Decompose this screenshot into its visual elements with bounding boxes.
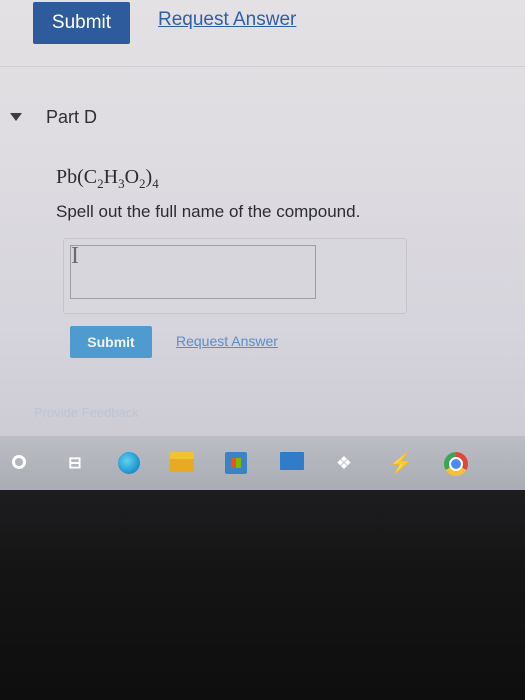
submit-button[interactable]: Submit — [70, 326, 152, 358]
question-instruction: Spell out the full name of the compound. — [56, 202, 361, 221]
dropbox-icon[interactable]: ❖ — [333, 452, 355, 474]
task-view-icon[interactable]: ⊟ — [64, 452, 86, 474]
cortana-icon[interactable] — [12, 455, 26, 469]
text-cursor-icon: I — [71, 243, 79, 269]
part-title[interactable]: Part D — [46, 107, 97, 128]
top-request-answer-link[interactable]: Request Answer — [158, 9, 296, 31]
top-submit-button[interactable]: Submit — [33, 2, 130, 44]
chrome-browser-icon[interactable] — [444, 452, 468, 476]
answer-input[interactable] — [70, 245, 316, 299]
lightning-app-icon[interactable]: ⚡ — [389, 452, 414, 475]
browser-viewport: Submit Request Answer Part D Pb(C2H3O2)4… — [0, 0, 525, 462]
monitor-bezel — [0, 490, 525, 700]
store-icon[interactable] — [225, 452, 247, 474]
edge-browser-icon[interactable] — [118, 452, 140, 474]
request-answer-link[interactable]: Request Answer — [176, 333, 278, 349]
file-explorer-icon[interactable] — [170, 452, 194, 472]
collapse-caret-icon[interactable] — [10, 113, 22, 121]
provide-feedback-link[interactable]: Provide Feedback — [34, 405, 139, 420]
mail-icon[interactable] — [280, 452, 304, 470]
section-divider — [0, 66, 525, 67]
compound-formula: Pb(C2H3O2)4 — [56, 166, 159, 191]
